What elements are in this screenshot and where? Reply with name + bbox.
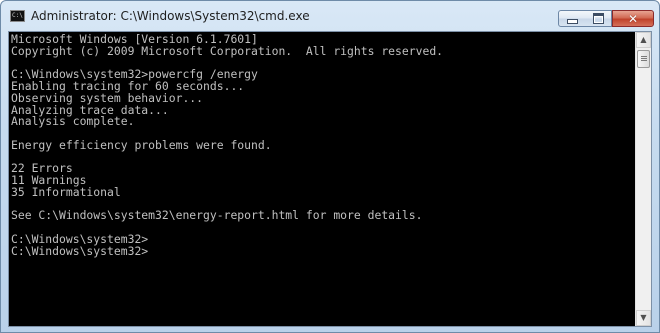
window-title: Administrator: C:\Windows\System32\cmd.e…: [31, 9, 310, 23]
console-line: See C:\Windows\system32\energy-report.ht…: [11, 208, 423, 223]
console-line: 35 Informational: [11, 184, 121, 199]
console-line: Analysis complete.: [11, 114, 135, 129]
vertical-scrollbar[interactable]: ▲ ▼: [635, 32, 651, 326]
chevron-up-icon: ▲: [640, 35, 647, 44]
console-line: Observing system behavior...: [11, 90, 204, 105]
cmd-window: C:\ Administrator: C:\Windows\System32\c…: [0, 0, 660, 333]
console-line: Energy efficiency problems were found.: [11, 137, 272, 152]
close-button[interactable]: ✕: [612, 10, 654, 27]
maximize-icon: [592, 13, 604, 24]
chevron-down-icon: ▼: [640, 313, 647, 322]
grip-line: [641, 58, 647, 59]
console-line: Copyright (c) 2009 Microsoft Corporation…: [11, 43, 444, 58]
cmd-app-icon[interactable]: C:\: [10, 10, 25, 22]
title-bar[interactable]: C:\ Administrator: C:\Windows\System32\c…: [1, 1, 659, 31]
minimize-icon: [566, 19, 578, 24]
close-icon: ✕: [627, 11, 639, 26]
grip-line: [641, 56, 647, 57]
console-client-area: Microsoft Windows [Version 6.1.7601] Copy…: [8, 31, 652, 327]
maximize-button[interactable]: [585, 10, 612, 27]
scroll-down-button[interactable]: ▼: [636, 310, 651, 326]
scroll-up-button[interactable]: ▲: [636, 32, 651, 48]
console-line: C:\Windows\system32>: [11, 243, 149, 258]
minimize-button[interactable]: [558, 10, 586, 27]
console-output[interactable]: Microsoft Windows [Version 6.1.7601] Copy…: [9, 32, 635, 326]
scrollbar-thumb[interactable]: [637, 50, 650, 68]
console-line: C:\Windows\system32>: [11, 231, 149, 246]
grip-line: [641, 60, 647, 61]
